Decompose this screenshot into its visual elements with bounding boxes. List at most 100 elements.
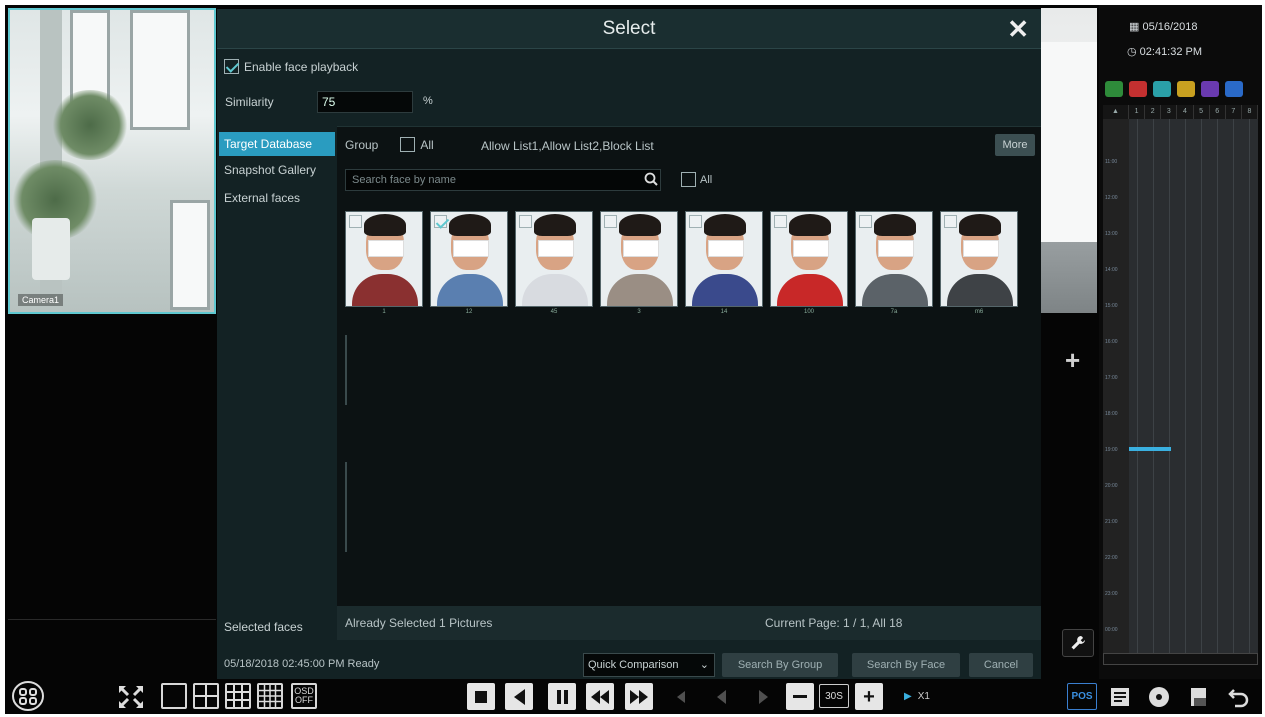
timeline-channel-number[interactable]: 8 xyxy=(1242,105,1258,119)
face-thumbnail[interactable] xyxy=(940,211,1018,307)
timeline-record-type-icons[interactable] xyxy=(1105,81,1243,97)
face-thumbnail[interactable] xyxy=(685,211,763,307)
timeline-tick: 14:00 xyxy=(1105,267,1118,273)
record-type-icon[interactable] xyxy=(1105,81,1123,97)
timeline-channel-number[interactable]: 1 xyxy=(1129,105,1146,119)
comparison-select[interactable]: Quick Comparison ⌄ xyxy=(583,653,715,677)
snapshot-icon[interactable] xyxy=(1185,683,1213,710)
face-checkbox[interactable] xyxy=(349,215,362,228)
face-name: 12 xyxy=(465,309,473,315)
face-checkbox[interactable] xyxy=(944,215,957,228)
face-name: 7a xyxy=(890,309,898,315)
timeline-channel-column xyxy=(1217,119,1218,660)
pause-icon[interactable] xyxy=(548,683,576,710)
add-icon[interactable]: + xyxy=(1065,345,1080,376)
face-thumbnail[interactable] xyxy=(600,211,678,307)
layout-9-icon[interactable] xyxy=(225,683,251,709)
search-by-group-button[interactable]: Search By Group xyxy=(722,653,838,677)
timeline-channel-number[interactable]: 5 xyxy=(1194,105,1210,119)
menu-grid-icon[interactable] xyxy=(10,681,46,711)
pos-button[interactable]: POS xyxy=(1067,683,1097,710)
face-thumbnail[interactable] xyxy=(515,211,593,307)
selected-faces-label[interactable]: Selected faces xyxy=(224,620,303,634)
seek-interval-value[interactable]: 30S xyxy=(819,684,849,708)
rewind-icon[interactable] xyxy=(586,683,614,710)
record-type-icon[interactable] xyxy=(1153,81,1171,97)
face-checkbox[interactable] xyxy=(689,215,702,228)
similarity-unit: % xyxy=(423,95,433,107)
decrease-speed-icon[interactable] xyxy=(786,683,814,710)
search-icon[interactable] xyxy=(643,171,659,189)
record-type-icon[interactable] xyxy=(1225,81,1243,97)
face-checkbox[interactable] xyxy=(859,215,872,228)
sidebar-item-external-faces[interactable]: External faces xyxy=(219,186,335,210)
timeline-channel-number[interactable]: 7 xyxy=(1226,105,1242,119)
stop-icon[interactable] xyxy=(467,683,495,710)
layout-1-icon[interactable] xyxy=(161,683,187,709)
timeline-channel-number[interactable]: 2 xyxy=(1145,105,1162,119)
timeline-channel-number[interactable]: 6 xyxy=(1210,105,1226,119)
sidebar-item-target-database[interactable]: Target Database xyxy=(219,132,335,156)
timeline-grid[interactable]: ▲ 1 2 3 4 5 6 7 8 11:00 12:00 13:00 14:00 15:00 16:00… xyxy=(1103,105,1258,660)
group-all-checkbox[interactable] xyxy=(400,137,416,152)
play-reverse-icon[interactable] xyxy=(505,683,533,710)
timeline-record-segment[interactable] xyxy=(1129,447,1171,451)
search-input[interactable]: Search face by name xyxy=(345,169,661,191)
exit-icon[interactable] xyxy=(1225,683,1253,710)
backup-disc-icon[interactable] xyxy=(1145,683,1173,710)
face-card[interactable]: 3 xyxy=(600,211,678,315)
face-checkbox[interactable] xyxy=(774,215,787,228)
more-button[interactable]: More xyxy=(995,134,1035,156)
close-icon[interactable]: ✕ xyxy=(1007,15,1029,43)
checkbox-icon[interactable] xyxy=(224,59,239,74)
similarity-input[interactable]: 75 xyxy=(317,91,413,113)
face-card[interactable]: 45 xyxy=(515,211,593,315)
record-type-icon[interactable] xyxy=(1201,81,1219,97)
checkbox-icon[interactable] xyxy=(681,172,696,187)
camera-view-right[interactable] xyxy=(1041,8,1097,313)
face-checkbox[interactable] xyxy=(604,215,617,228)
camera-view-left[interactable]: Camera1 xyxy=(8,8,216,314)
previous-frame-icon[interactable] xyxy=(707,683,735,710)
fullscreen-icon[interactable] xyxy=(117,683,145,710)
step-back-icon[interactable] xyxy=(667,683,695,710)
timeline-channel-column xyxy=(1249,119,1250,660)
timeline-time: ◷ 02:41:32 PM xyxy=(1127,46,1203,58)
wrench-icon[interactable] xyxy=(1062,629,1094,657)
face-card[interactable]: 7a xyxy=(855,211,933,315)
face-checkbox[interactable] xyxy=(434,215,447,228)
timeline-channel-number[interactable]: 3 xyxy=(1161,105,1178,119)
face-thumbnail[interactable] xyxy=(855,211,933,307)
face-card[interactable]: 12 xyxy=(430,211,508,315)
fast-forward-icon[interactable] xyxy=(625,683,653,710)
face-card[interactable]: m6 xyxy=(940,211,1018,315)
face-privacy-mask xyxy=(453,240,489,257)
face-card[interactable]: 100 xyxy=(770,211,848,315)
next-frame-icon[interactable] xyxy=(749,683,777,710)
face-thumbnail[interactable] xyxy=(345,211,423,307)
face-checkbox[interactable] xyxy=(519,215,532,228)
layout-4-icon[interactable] xyxy=(193,683,219,709)
search-by-face-button[interactable]: Search By Face xyxy=(852,653,960,677)
event-list-icon[interactable] xyxy=(1106,683,1134,710)
sidebar-item-snapshot-gallery[interactable]: Snapshot Gallery xyxy=(219,158,335,182)
record-type-icon[interactable] xyxy=(1129,81,1147,97)
timeline-corner-arrow[interactable]: ▲ xyxy=(1103,105,1129,119)
dialog-sidebar: Target Database Snapshot Gallery Externa… xyxy=(217,126,337,671)
layout-16-icon[interactable] xyxy=(257,683,283,709)
enable-face-playback-checkbox[interactable]: Enable face playback xyxy=(224,59,358,74)
cancel-button[interactable]: Cancel xyxy=(969,653,1033,677)
timeline-tick: 00:00 xyxy=(1105,627,1118,633)
face-thumbnail[interactable] xyxy=(430,211,508,307)
increase-speed-icon[interactable]: + xyxy=(855,683,883,710)
face-card[interactable]: 1 xyxy=(345,211,423,315)
timeline-scrollbar[interactable] xyxy=(1103,653,1258,665)
face-thumbnail[interactable] xyxy=(770,211,848,307)
face-card[interactable]: 14 xyxy=(685,211,763,315)
timeline-tick: 19:00 xyxy=(1105,447,1118,453)
record-type-icon[interactable] xyxy=(1177,81,1195,97)
timeline-channel-number[interactable]: 4 xyxy=(1177,105,1194,119)
face-privacy-mask xyxy=(878,240,914,257)
search-all-checkbox[interactable]: All xyxy=(681,172,712,187)
osd-toggle-button[interactable]: OSD OFF xyxy=(291,683,317,709)
